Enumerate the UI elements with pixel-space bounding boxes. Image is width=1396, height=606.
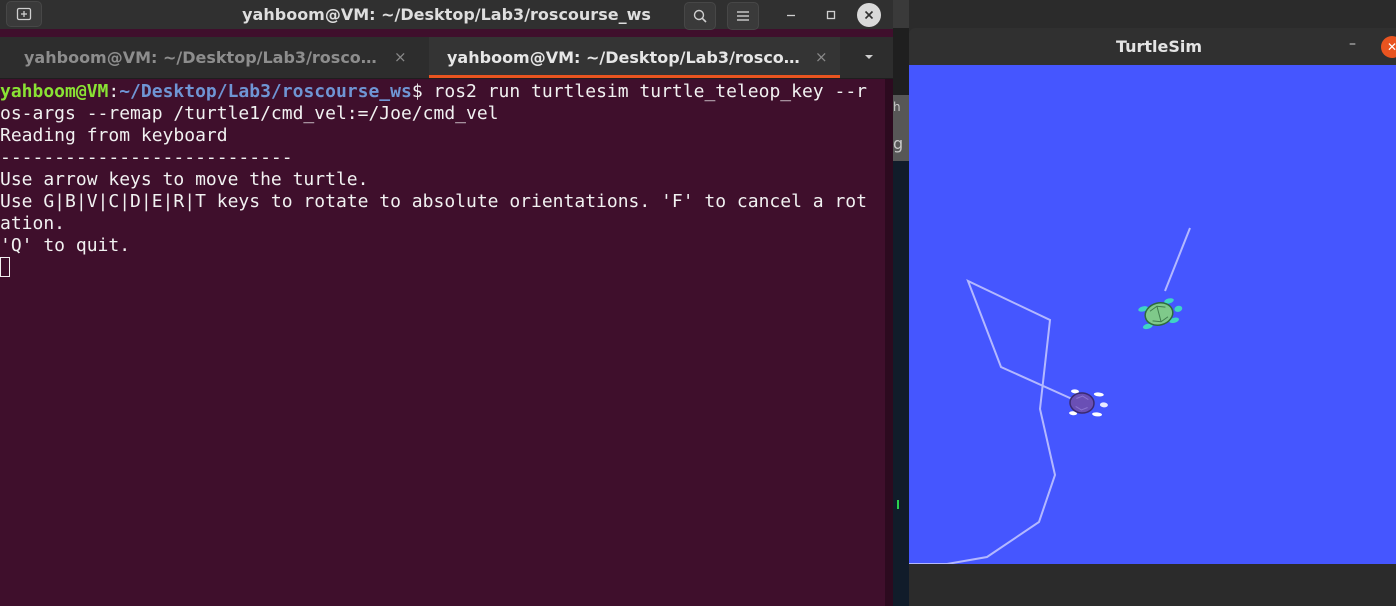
terminal-title: yahboom@VM: ~/Desktop/Lab3/roscourse_ws (242, 5, 651, 24)
close-button[interactable] (857, 3, 881, 27)
background-text: h (893, 100, 901, 114)
pen-trail-1 (1164, 227, 1191, 292)
close-icon[interactable]: ✕ (1381, 36, 1396, 58)
output-line: 'Q' to quit. (0, 235, 131, 256)
close-icon (864, 10, 874, 20)
tab-label: yahboom@VM: ~/Desktop/Lab3/rosco… (24, 48, 377, 67)
maximize-icon (826, 10, 836, 20)
maximize-button[interactable] (816, 2, 846, 28)
tab-list-dropdown[interactable] (864, 37, 874, 78)
minimize-button[interactable] (776, 2, 806, 28)
command-line-1: yahboom@VM:~/Desktop/Lab3/roscourse_ws$ … (0, 81, 885, 103)
menu-button[interactable] (727, 2, 759, 30)
active-tab-indicator (429, 75, 840, 78)
prompt-separator: : (108, 81, 120, 102)
terminal-window[interactable]: yahboom@VM: ~/Desktop/Lab3/roscourse_ws (0, 0, 893, 606)
output-line: ation. (0, 213, 66, 234)
turtlesim-canvas (909, 65, 1396, 564)
turtlesim-titlebar[interactable]: TurtleSim – ✕ (909, 28, 1396, 65)
tab-1[interactable]: yahboom@VM: ~/Desktop/Lab3/rosco… × (0, 37, 428, 78)
background-window-strip: h g (893, 0, 909, 606)
search-button[interactable] (684, 2, 716, 30)
output-line: Reading from keyboard (0, 125, 228, 146)
hamburger-menu-icon (737, 11, 749, 21)
command-line-2: os-args --remap /turtle1/cmd_vel:=/Joe/c… (0, 103, 499, 124)
turtle-purple-icon (1069, 389, 1108, 417)
tab-close-icon[interactable]: × (394, 37, 407, 78)
background-titlebar (893, 0, 909, 28)
pen-trail-2 (909, 279, 1082, 564)
prompt-path: ~/Desktop/Lab3/roscourse_ws (119, 81, 412, 102)
background-terminal (893, 161, 909, 606)
tab-2-active[interactable]: yahboom@VM: ~/Desktop/Lab3/rosco… × (429, 37, 840, 78)
terminal-scrollbar[interactable] (885, 79, 893, 606)
output-line: Use arrow keys to move the turtle. (0, 169, 369, 190)
tab-close-icon[interactable]: × (815, 37, 828, 78)
terminal-titlebar[interactable]: yahboom@VM: ~/Desktop/Lab3/roscourse_ws (0, 0, 893, 30)
prompt-user: yahboom@VM (0, 81, 109, 102)
desktop-background (909, 564, 1396, 606)
turtle-green-icon (1138, 298, 1183, 330)
turtlesim-title: TurtleSim (1115, 37, 1203, 56)
output-line: Use G|B|V|C|D|E|R|T keys to rotate to ab… (0, 191, 867, 212)
background-text: g (893, 134, 904, 153)
new-tab-button[interactable] (6, 1, 42, 27)
text-cursor (0, 257, 10, 277)
command-text: ros2 run turtlesim turtle_teleop_key --r (433, 81, 867, 102)
chevron-down-icon (865, 55, 873, 59)
minimize-icon[interactable]: – (1349, 36, 1356, 52)
terminal-output[interactable]: yahboom@VM:~/Desktop/Lab3/roscourse_ws$ … (0, 81, 885, 279)
minimize-icon (787, 14, 795, 17)
tab-bar: yahboom@VM: ~/Desktop/Lab3/rosco… × yahb… (0, 37, 893, 79)
turtlesim-window[interactable]: TurtleSim – ✕ (909, 28, 1396, 564)
background-cursor (897, 500, 899, 509)
prompt-dollar: $ (411, 81, 434, 102)
search-icon (693, 9, 707, 23)
tab-label: yahboom@VM: ~/Desktop/Lab3/rosco… (447, 48, 800, 67)
output-line: --------------------------- (0, 147, 293, 168)
turtle-drawing (909, 227, 1191, 564)
new-tab-icon (16, 7, 32, 21)
